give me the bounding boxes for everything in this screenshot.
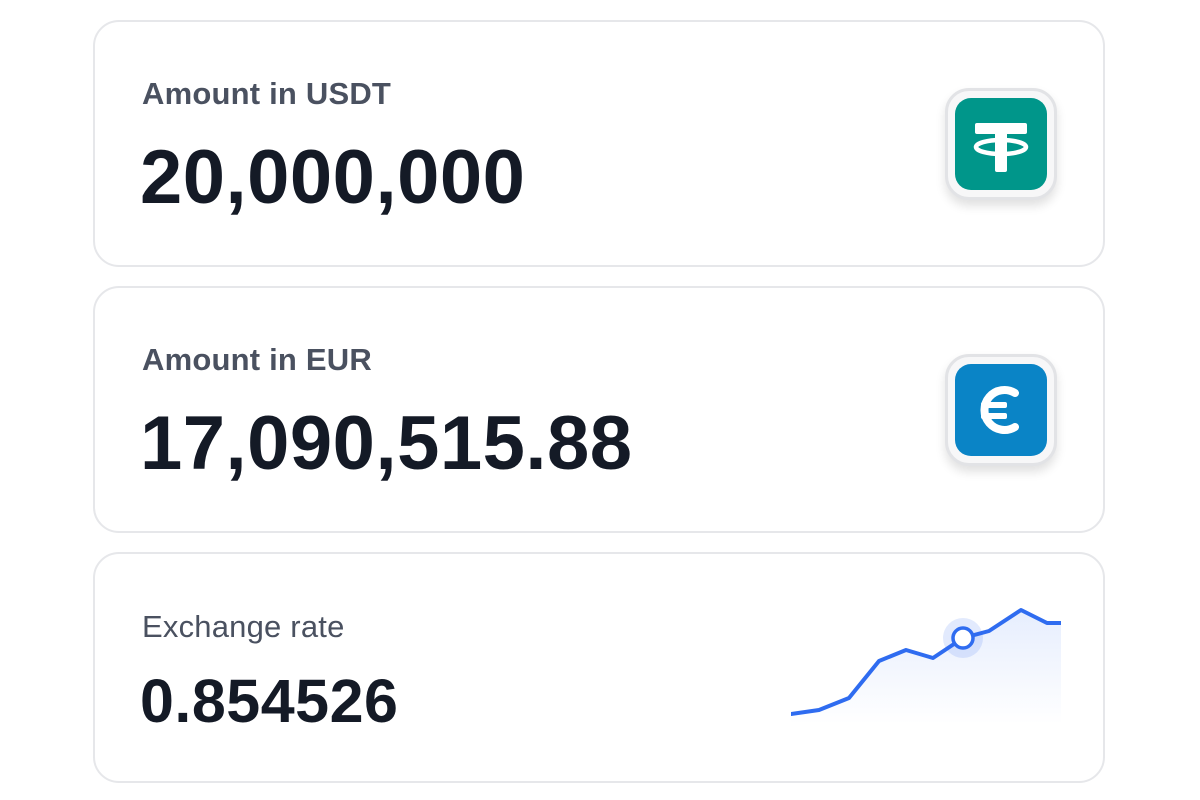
eur-amount-value: 17,090,515.88 — [140, 401, 633, 486]
exchange-rate-value: 0.854526 — [140, 667, 399, 735]
exchange-rate-card: Exchange rate 0.854526 — [93, 552, 1105, 783]
tether-icon — [945, 88, 1057, 200]
euro-icon — [945, 354, 1057, 466]
exchange-rate-label: Exchange rate — [142, 609, 345, 644]
eur-amount-card: Amount in EUR 17,090,515.88 — [93, 286, 1105, 533]
usdt-amount-label: Amount in USDT — [142, 76, 392, 111]
usdt-amount-card: Amount in USDT 20,000,000 — [93, 20, 1105, 267]
exchange-rate-sparkline — [791, 608, 1061, 724]
usdt-amount-value: 20,000,000 — [140, 135, 526, 220]
sparkline-marker — [951, 626, 975, 650]
eur-amount-label: Amount in EUR — [142, 342, 372, 377]
